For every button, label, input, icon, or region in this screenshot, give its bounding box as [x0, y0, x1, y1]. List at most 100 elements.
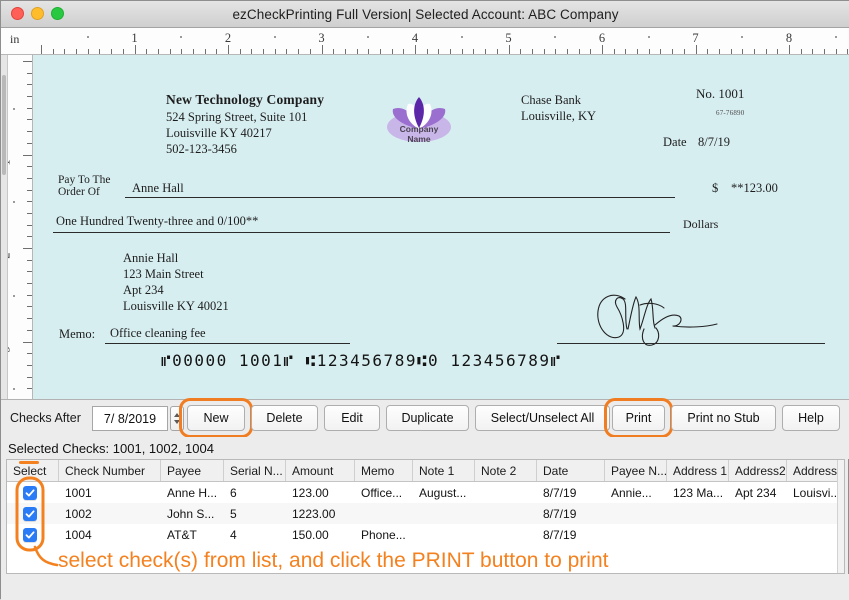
checks-after-date-stepper[interactable]: [170, 406, 184, 431]
print-no-stub-button[interactable]: Print no Stub: [671, 405, 776, 431]
checks-after-date-input[interactable]: 7/ 8/2019: [92, 406, 168, 431]
checkbox-checked-icon[interactable]: [23, 527, 37, 542]
ruler-v-tick: [27, 119, 32, 121]
ruler-h-tick: [824, 49, 826, 54]
ruler-h-tick: [298, 49, 300, 54]
cell-address2: [729, 524, 787, 545]
ruler-h-half-dot: [554, 36, 557, 38]
ruler-h-tick: [543, 49, 545, 54]
cell-note1: August...: [419, 485, 467, 500]
table-header-select[interactable]: Select: [7, 460, 59, 481]
annotation-text: select check(s) from list, and click the…: [58, 549, 609, 572]
duplicate-button[interactable]: Duplicate: [386, 405, 469, 431]
minimize-button[interactable]: [31, 7, 44, 20]
row-select-checkbox[interactable]: [7, 482, 59, 503]
amount-words-underline: [53, 232, 670, 233]
company-address-2: Louisville KY 40217: [166, 126, 272, 140]
ruler-v-tick: [27, 84, 32, 86]
edit-button[interactable]: Edit: [324, 405, 380, 431]
print-button[interactable]: Print: [612, 405, 665, 431]
memo-value: Office cleaning fee: [110, 326, 206, 340]
ruler-h-tick: [508, 45, 510, 54]
ruler-h-tick: [239, 49, 241, 54]
left-scrollbar-thumb[interactable]: [2, 75, 6, 175]
table-row[interactable]: 1001 Anne H... 6 123.00 Office... August... 8/…: [7, 482, 844, 503]
cell-address2: Apt 234: [735, 485, 777, 500]
ruler-h-label-8: 8: [785, 31, 793, 45]
ruler-v-tick: [27, 177, 32, 179]
ruler-h-tick: [566, 49, 568, 54]
delete-button[interactable]: Delete: [251, 405, 318, 431]
table-body[interactable]: 1001 Anne H... 6 123.00 Office... August... 8/…: [7, 482, 844, 545]
table-row[interactable]: 1004 AT&T 4 150.00 Phone... 8/7/19: [7, 524, 844, 545]
table-header-note-1[interactable]: Note 1: [413, 460, 475, 481]
routing-fraction: 67-76890: [716, 109, 745, 117]
check-preview[interactable]: New Technology Company 524 Spring Street…: [33, 55, 849, 399]
row-select-checkbox[interactable]: [7, 524, 59, 545]
ruler-v-tick: [27, 189, 32, 191]
table-header-amount[interactable]: Amount: [286, 460, 355, 481]
row-select-checkbox[interactable]: [7, 503, 59, 524]
new-button[interactable]: New: [187, 405, 245, 431]
checkbox-checked-icon[interactable]: [23, 485, 37, 500]
cell-address3: [787, 503, 839, 524]
table-header-note-2[interactable]: Note 2: [475, 460, 537, 481]
table-header-address3[interactable]: Address3: [787, 460, 839, 481]
table-header-payee-n[interactable]: Payee N...: [605, 460, 667, 481]
cell-address3: Louisvi...: [793, 485, 839, 500]
ruler-h-tick: [426, 49, 428, 54]
ruler-h-tick: [765, 49, 767, 54]
stepper-down-icon[interactable]: [174, 420, 180, 424]
ruler-h-tick: [415, 45, 416, 54]
help-button[interactable]: Help: [782, 405, 840, 431]
cell-payee: John S...: [167, 506, 215, 521]
cell-amount: 150.00: [292, 527, 329, 542]
cell-check-number: 1004: [65, 527, 92, 542]
ruler-v-tick: [23, 154, 32, 156]
table-header-check-number[interactable]: Check Number: [59, 460, 161, 481]
toolbar: Checks After 7/ 8/2019 New Delete Edit Dupl…: [1, 398, 849, 438]
stepper-up-icon[interactable]: [174, 413, 180, 417]
cell-note2: [475, 503, 537, 524]
horizontal-ruler: in 1 2 3 4 5 6 7 8: [1, 28, 849, 55]
ruler-v-tick: [27, 283, 32, 285]
ruler-h-label-6: 6: [598, 31, 606, 45]
maximize-button[interactable]: [51, 7, 64, 20]
ruler-v-tick: [27, 72, 32, 74]
ruler-h-tick: [438, 49, 440, 54]
ruler-h-tick: [613, 49, 615, 54]
select-unselect-all-button[interactable]: Select/Unselect All: [475, 405, 610, 431]
ruler-h-half-dot: [647, 36, 650, 38]
signature-line: [557, 343, 825, 344]
table-header-address2[interactable]: Address2: [729, 460, 787, 481]
table-scrollbar[interactable]: [837, 460, 844, 573]
cell-memo: [355, 503, 413, 524]
table-header-memo[interactable]: Memo: [355, 460, 413, 481]
checkbox-checked-icon[interactable]: [23, 506, 37, 521]
bank-city: Louisville, KY: [521, 109, 596, 123]
cell-address1: 123 Ma...: [673, 485, 724, 500]
pay-to-label-line2: Order Of: [58, 186, 100, 198]
ruler-v-tick: [23, 248, 32, 249]
ruler-v-tick: [27, 236, 32, 238]
ruler-h-tick: [263, 49, 265, 54]
ruler-h-label-4: 4: [411, 31, 419, 45]
ruler-h-tick: [228, 45, 229, 54]
table-header-serial-n[interactable]: Serial N...: [224, 460, 286, 481]
close-button[interactable]: [11, 7, 24, 20]
cell-note2: [475, 524, 537, 545]
logo-text-line2: Name: [407, 133, 431, 144]
ruler-v-half-dot: [13, 294, 15, 297]
left-scrollbar[interactable]: [1, 55, 8, 399]
cell-payee: AT&T: [167, 527, 197, 542]
cell-note1: [413, 503, 475, 524]
table-header-address-1[interactable]: Address 1: [667, 460, 729, 481]
ruler-h-tick: [753, 49, 755, 54]
table-row[interactable]: 1002 John S... 5 1223.00 8/7/19: [7, 503, 844, 524]
table-header-payee[interactable]: Payee: [161, 460, 224, 481]
memo-label: Memo:: [59, 327, 96, 341]
ruler-h-tick: [157, 49, 159, 54]
ruler-h-tick: [192, 49, 194, 54]
table-header-date[interactable]: Date: [537, 460, 605, 481]
ruler-v-tick: [27, 364, 32, 366]
